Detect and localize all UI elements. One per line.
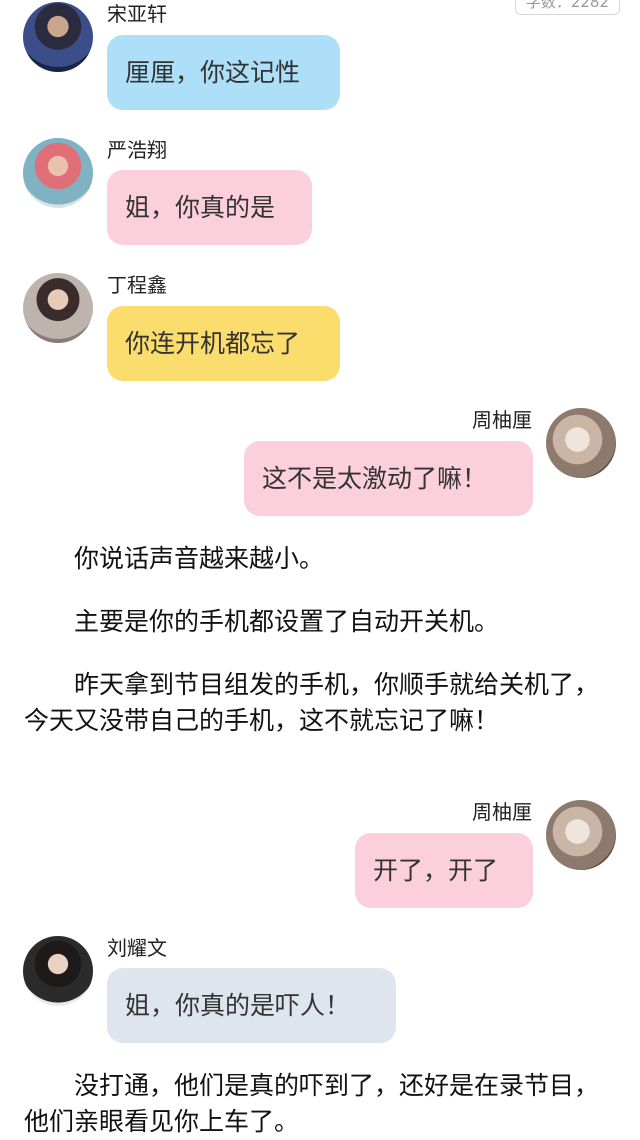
message-bubble: 这不是太激动了嘛！	[244, 441, 533, 516]
message-bubble: 姐，你真的是吓人！	[107, 968, 396, 1043]
narrative-paragraph: 你说话声音越来越小。	[74, 544, 325, 573]
avatar-liu-yaowen[interactable]	[23, 936, 93, 1006]
message-bubble: 你连开机都忘了	[107, 306, 340, 381]
narrative-paragraph: 没打通，他们是真的吓到了，还好是在录节目，他们亲眼看见你上车了。	[24, 1071, 600, 1136]
avatar-zhou-youli[interactable]	[546, 800, 616, 870]
sender-name: 周柚厘	[472, 800, 532, 824]
message-bubble: 厘厘，你这记性	[107, 35, 340, 110]
sender-name: 丁程鑫	[107, 273, 167, 297]
narrative-paragraph: 昨天拿到节目组发的手机，你顺手就给关机了，今天又没带自己的手机，这不就忘记了嘛！	[24, 670, 600, 735]
avatar-zhou-youli[interactable]	[546, 408, 616, 478]
word-count-badge: 字数：2282	[514, 0, 620, 15]
sender-name: 刘耀文	[107, 936, 167, 960]
message-bubble: 开了，开了	[355, 833, 533, 908]
sender-name: 周柚厘	[472, 408, 532, 432]
sender-name: 宋亚轩	[107, 2, 167, 26]
sender-name: 严浩翔	[107, 138, 167, 162]
narrative-paragraph: 主要是你的手机都设置了自动开关机。	[74, 607, 500, 636]
avatar-yan-haoxiang[interactable]	[23, 138, 93, 208]
message-bubble: 姐，你真的是	[107, 170, 312, 245]
avatar-ding-chengxin[interactable]	[23, 273, 93, 343]
avatar-song-yaxuan[interactable]	[23, 2, 93, 72]
